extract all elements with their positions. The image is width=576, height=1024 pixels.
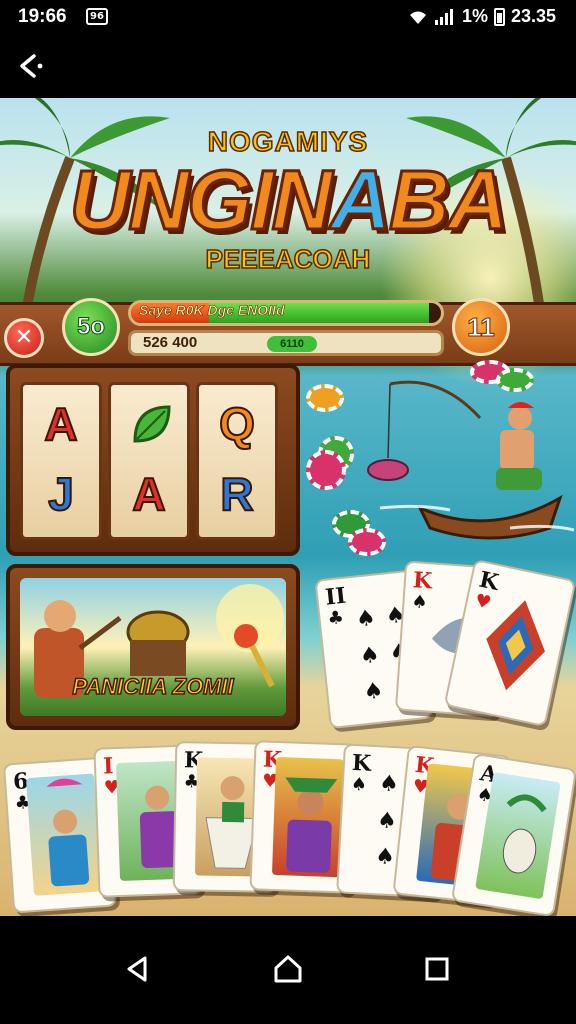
- status-clock-right: 23.35: [510, 6, 556, 26]
- close-button[interactable]: ✕: [4, 318, 44, 358]
- notification-badge: 96: [86, 8, 108, 25]
- reel-symbol-top: A: [43, 397, 78, 451]
- card-face-art: [25, 773, 103, 896]
- reel-symbol-top: Q: [218, 397, 256, 451]
- poker-chip: [306, 450, 346, 490]
- system-nav-bar: [0, 916, 576, 1024]
- reel-symbol-bottom: R: [219, 467, 254, 521]
- game-logo: NOGAMIYS UNGINABA PEEEACOAH: [0, 125, 576, 275]
- spade-icon: ♠: [350, 773, 368, 796]
- poker-chip: [306, 384, 344, 412]
- top-bar: [0, 34, 576, 98]
- card-rank: I: [102, 753, 114, 780]
- signal-icon: [434, 8, 453, 25]
- wifi-icon: [409, 11, 426, 24]
- playing-card[interactable]: A ♠: [450, 752, 576, 916]
- logo-main-part-1: UNGIN: [68, 153, 334, 247]
- poker-chip: [496, 368, 534, 392]
- count-badge: 11: [452, 298, 510, 356]
- poker-chip: [348, 528, 386, 556]
- status-time: 19:66: [18, 6, 67, 27]
- score-value: 526 400: [143, 334, 198, 351]
- progress-bar: Saye R0K Dgc ENOIId: [128, 300, 444, 326]
- progress-label: Saye R0K Dgc ENOIId: [139, 302, 285, 318]
- club-icon: ♣: [326, 607, 345, 630]
- slot-reel-2[interactable]: A: [108, 382, 190, 540]
- slot-machine[interactable]: A J A Q R: [6, 364, 300, 556]
- level-badge: 5o: [62, 298, 120, 356]
- bonus-panel-art: PANICIIA ZOMII: [20, 578, 286, 716]
- fisherman-boat-illustration: [367, 380, 575, 540]
- battery-percent: 1%: [461, 6, 488, 26]
- bonus-pill: 6110: [267, 336, 317, 352]
- score-box: 526 400 6110: [128, 330, 444, 356]
- battery-icon: [493, 7, 505, 26]
- reel-symbol-bottom: A: [131, 467, 166, 521]
- status-right: 1% 23.35: [408, 6, 556, 27]
- status-bar: 19:66 96 1% 23.35: [0, 0, 576, 34]
- card-rank: K: [351, 749, 372, 777]
- card-face-art: [271, 756, 345, 878]
- logo-sub-text: PEEEACOAH: [205, 243, 371, 275]
- bonus-panel[interactable]: PANICIIA ZOMII: [6, 564, 300, 730]
- back-arrow-icon[interactable]: [10, 46, 50, 86]
- game-canvas[interactable]: NOGAMIYS UNGINABA PEEEACOAH ✕ 5o Saye R0…: [0, 98, 576, 916]
- leaf-symbol-icon: [133, 405, 171, 443]
- bonus-panel-title: PANICIIA ZOMII: [72, 673, 235, 700]
- slot-reel-3[interactable]: Q R: [196, 382, 278, 540]
- reel-symbol-bottom: J: [47, 467, 75, 521]
- slot-reel-1[interactable]: A J: [20, 382, 102, 540]
- logo-main-part-2: A: [329, 153, 393, 247]
- close-icon: ✕: [14, 325, 34, 350]
- nav-back-icon[interactable]: [113, 944, 163, 994]
- card-rank: II: [324, 582, 348, 611]
- nav-recents-icon[interactable]: [412, 944, 462, 994]
- nav-home-icon[interactable]: [263, 944, 313, 994]
- logo-main-text: UNGINABA: [0, 157, 576, 244]
- logo-main-part-3: BA: [387, 153, 509, 247]
